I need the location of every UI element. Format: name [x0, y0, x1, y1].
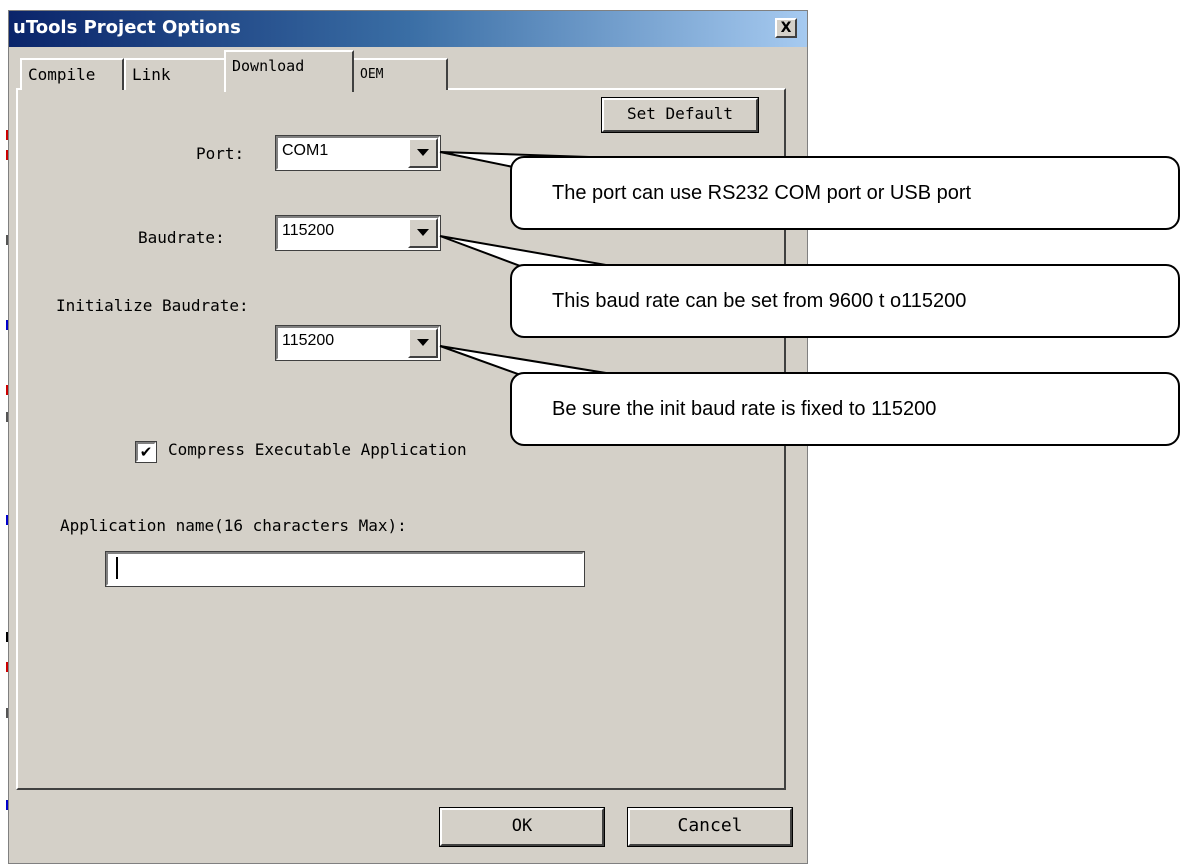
cancel-button[interactable]: Cancel: [627, 807, 793, 847]
app-name-input[interactable]: [105, 551, 585, 587]
port-value: COM1: [282, 142, 329, 159]
port-select[interactable]: COM1: [275, 135, 441, 171]
chevron-down-icon[interactable]: [408, 328, 438, 358]
init-baudrate-value: 115200: [282, 332, 335, 349]
init-baudrate-label: Initialize Baudrate:: [56, 296, 249, 315]
text-caret: [116, 557, 118, 579]
port-label: Port:: [196, 144, 245, 163]
chevron-down-icon[interactable]: [408, 138, 438, 168]
window-title: uTools Project Options: [13, 17, 241, 38]
tab-download[interactable]: Download: [224, 50, 354, 92]
baudrate-label: Baudrate:: [138, 228, 225, 247]
callout-baudrate-note: This baud rate can be set from 9600 t o1…: [510, 264, 1180, 338]
app-name-label: Application name(16 characters Max):: [60, 516, 407, 535]
cancel-label: Cancel: [677, 815, 743, 836]
baudrate-value: 115200: [282, 222, 335, 239]
baudrate-select[interactable]: 115200: [275, 215, 441, 251]
set-default-label: Set Default: [627, 104, 733, 123]
callout-port-note: The port can use RS232 COM port or USB p…: [510, 156, 1180, 230]
init-baudrate-select[interactable]: 115200: [275, 325, 441, 361]
title-bar[interactable]: uTools Project Options X: [9, 11, 807, 47]
chevron-down-icon[interactable]: [408, 218, 438, 248]
ok-button[interactable]: OK: [439, 807, 605, 847]
compress-label: Compress Executable Application: [168, 440, 467, 459]
compress-checkbox[interactable]: ✔: [135, 441, 157, 463]
ok-label: OK: [511, 816, 533, 836]
tab-link[interactable]: Link: [124, 58, 226, 90]
callout-init-baudrate-note: Be sure the init baud rate is fixed to 1…: [510, 372, 1180, 446]
close-button[interactable]: X: [775, 18, 797, 38]
set-default-button[interactable]: Set Default: [601, 97, 759, 133]
tab-oem[interactable]: OEM: [352, 58, 448, 90]
tab-compile[interactable]: Compile: [20, 58, 124, 90]
